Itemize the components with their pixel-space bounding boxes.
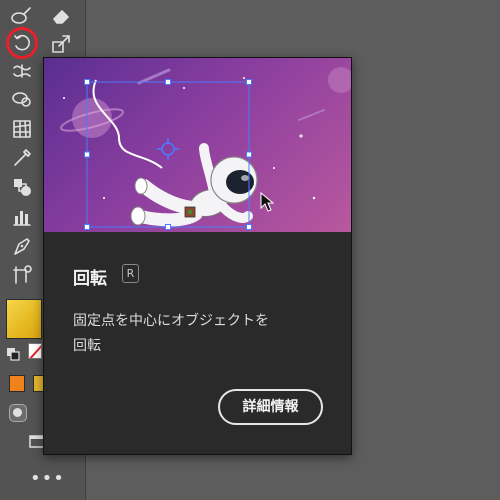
eyedropper-icon — [14, 149, 31, 166]
scale-tool[interactable] — [48, 31, 74, 57]
tool-tooltip: 回転 R 固定点を中心にオブジェクトを 回転 詳細情報 — [43, 57, 352, 455]
learn-more-button[interactable]: 詳細情報 — [218, 389, 323, 425]
artboard-tool[interactable] — [9, 262, 35, 288]
shape-builder-icon — [12, 92, 31, 107]
eyedropper-tool[interactable] — [9, 145, 35, 171]
swap-fill-stroke-icon[interactable] — [6, 347, 20, 361]
column-graph-icon — [13, 211, 31, 226]
fill-color-swatch[interactable] — [6, 299, 42, 339]
perspective-grid-tool[interactable] — [9, 116, 35, 142]
color-swatch-orange[interactable] — [9, 375, 25, 392]
blob-brush-icon — [11, 7, 31, 24]
width-tool[interactable] — [9, 58, 35, 84]
draw-mode-icon[interactable] — [9, 404, 27, 422]
blend-tool[interactable] — [9, 174, 35, 200]
shape-builder-tool[interactable] — [9, 86, 35, 112]
width-icon — [13, 64, 31, 78]
blob-brush-tool[interactable] — [8, 3, 34, 29]
tooltip-title: 回転 — [73, 269, 107, 289]
artboard-icon — [13, 265, 32, 284]
edit-toolbar-button[interactable]: ••• — [30, 470, 64, 492]
tool-preview-image — [44, 58, 351, 232]
pen-icon — [14, 238, 30, 255]
selected-tool-highlight — [6, 27, 38, 59]
blend-icon — [14, 179, 31, 196]
tooltip-description: 固定点を中心にオブジェクトを 回転 — [73, 313, 269, 354]
eraser-icon — [53, 10, 69, 24]
perspective-grid-icon — [13, 120, 31, 138]
scale-icon — [52, 35, 70, 53]
shortcut-key-badge: R — [122, 264, 139, 283]
eraser-tool[interactable] — [48, 3, 74, 29]
graph-tool[interactable] — [9, 204, 35, 230]
pen-tool[interactable] — [9, 233, 35, 259]
stroke-none-swatch[interactable] — [28, 343, 42, 359]
